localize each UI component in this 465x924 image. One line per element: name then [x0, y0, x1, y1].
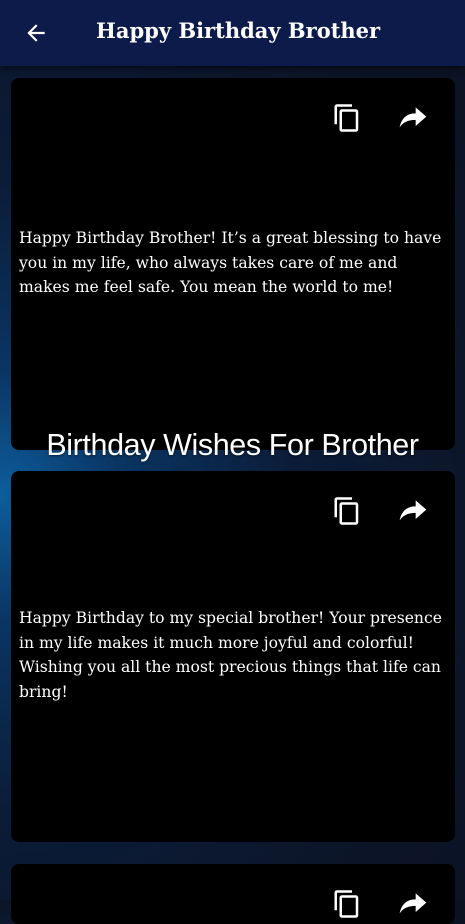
copy-button[interactable] [329, 886, 365, 922]
share-button[interactable] [395, 100, 431, 136]
share-icon [399, 893, 427, 914]
copy-icon [334, 890, 359, 918]
share-button[interactable] [395, 886, 431, 922]
share-button[interactable] [395, 493, 431, 529]
wish-card: Happy Birthday Brother! It’s a great ble… [11, 78, 455, 450]
wish-card [11, 864, 455, 924]
arrow-left-icon [27, 24, 45, 42]
share-icon [399, 500, 427, 521]
page-title: Happy Birthday Brother [96, 18, 381, 43]
copy-icon [334, 104, 359, 132]
section-banner: Birthday Wishes For Brother [46, 428, 419, 462]
app-bar: Happy Birthday Brother [0, 0, 465, 66]
copy-button[interactable] [329, 493, 365, 529]
wish-card: Happy Birthday to my special brother! Yo… [11, 471, 455, 842]
wish-text: Happy Birthday Brother! It’s a great ble… [19, 229, 442, 296]
copy-icon [334, 497, 359, 525]
share-icon [399, 107, 427, 128]
wish-text: Happy Birthday to my special brother! Yo… [19, 609, 442, 701]
copy-button[interactable] [329, 100, 365, 136]
back-button[interactable] [18, 15, 54, 51]
